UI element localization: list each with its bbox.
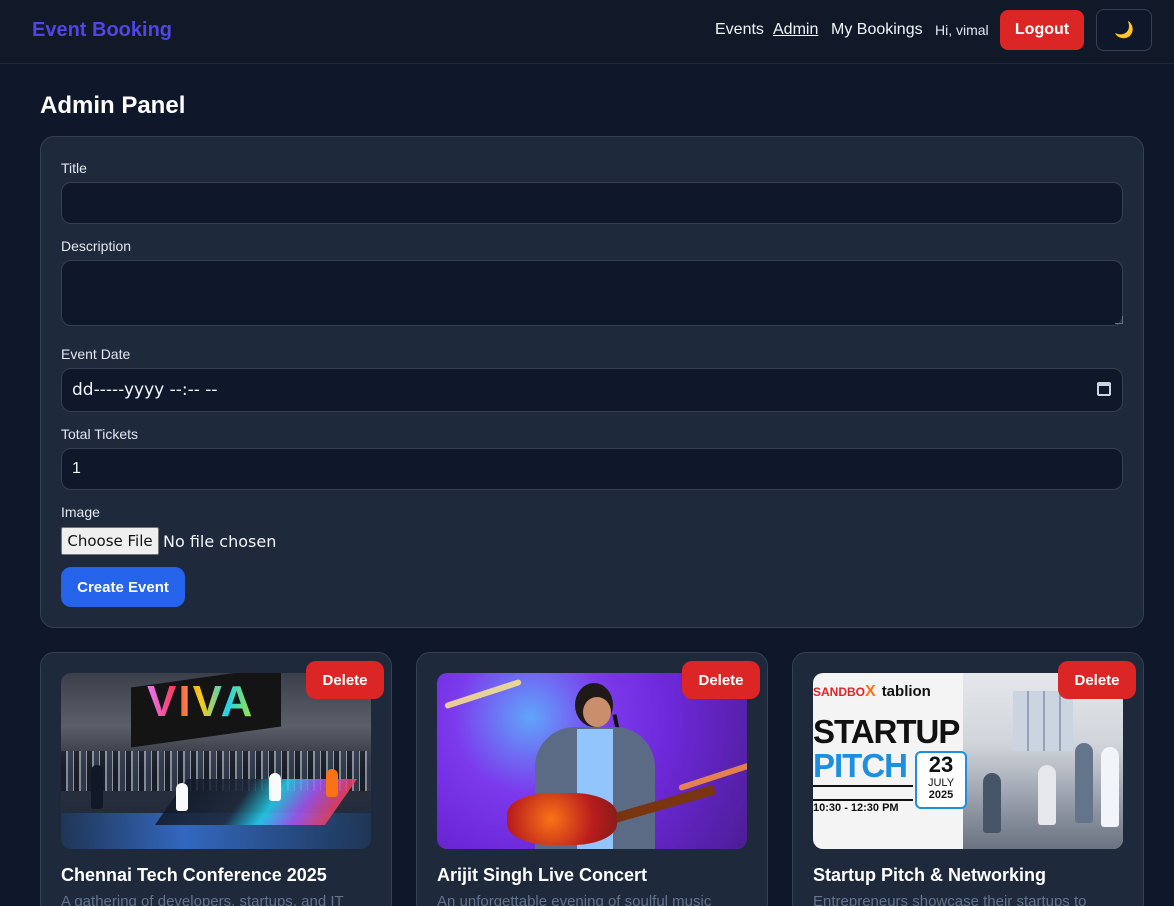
pitch-headline-2: PITCH xyxy=(813,747,908,784)
singer-face xyxy=(583,697,611,727)
sandbox-logo: SANDBO xyxy=(813,685,866,699)
person-figure xyxy=(1075,743,1093,823)
calendar-icon[interactable] xyxy=(1097,382,1111,396)
office-window xyxy=(1013,691,1073,751)
event-date-input[interactable]: dd-----yyyy --:-- -- xyxy=(61,368,1123,412)
total-tickets-input[interactable]: 1 xyxy=(61,448,1123,490)
viva-sign-text: VIVA xyxy=(147,677,255,726)
guitar-body xyxy=(507,793,617,845)
top-navbar: Event Booking Events Admin My Bookings H… xyxy=(0,0,1174,64)
event-title: Startup Pitch & Networking xyxy=(813,865,1047,885)
pitch-time: 10:30 - 12:30 PM xyxy=(813,802,899,814)
total-tickets-label: Total Tickets xyxy=(61,426,139,442)
description-textarea[interactable] xyxy=(61,260,1123,326)
pitch-headline-1: STARTUP xyxy=(813,713,960,750)
pitch-day: 23 xyxy=(928,752,954,777)
event-card: Delete SANDBOX tablion STARTUP PITCH 23 J… xyxy=(792,652,1144,906)
sandbox-x: X xyxy=(865,683,876,700)
choose-file-button[interactable]: Choose File xyxy=(61,527,159,555)
moon-icon: 🌙 xyxy=(1114,22,1134,39)
person-figure xyxy=(1101,747,1119,827)
title-label: Title xyxy=(61,160,87,176)
event-description: An unforgettable evening of soulful musi… xyxy=(437,893,712,906)
event-title: Chennai Tech Conference 2025 xyxy=(61,865,327,885)
image-label: Image xyxy=(61,504,100,520)
logout-button[interactable]: Logout xyxy=(1000,10,1084,50)
nav-link-my-bookings[interactable]: My Bookings xyxy=(831,21,923,39)
brand-logo[interactable]: Event Booking xyxy=(32,19,172,42)
pitch-month: JULY xyxy=(927,777,955,789)
create-event-button[interactable]: Create Event xyxy=(61,567,185,607)
title-input[interactable] xyxy=(61,182,1123,224)
nav-link-events[interactable]: Events xyxy=(715,21,764,39)
nav-link-admin[interactable]: Admin xyxy=(773,21,818,39)
resize-grip-icon[interactable] xyxy=(1115,316,1123,324)
event-card: Delete Arijit Singh Live Concert An unfo… xyxy=(416,652,768,906)
robot-figure xyxy=(269,773,281,801)
spotlight xyxy=(444,678,522,710)
tablion-logo: tablion xyxy=(881,683,931,700)
event-image xyxy=(437,673,747,849)
total-tickets-value: 1 xyxy=(72,460,81,477)
description-label: Description xyxy=(61,238,132,254)
theme-toggle-button[interactable]: 🌙 xyxy=(1096,9,1152,51)
event-image: SANDBOX tablion STARTUP PITCH 23 JULY 202… xyxy=(813,673,1123,849)
person-figure xyxy=(91,765,103,809)
page-title: Admin Panel xyxy=(40,92,186,119)
event-card: Delete VIVA Chennai Tech Conference 2025… xyxy=(40,652,392,906)
robot-figure xyxy=(176,783,188,811)
delete-event-button[interactable]: Delete xyxy=(1058,661,1136,699)
delete-event-button[interactable]: Delete xyxy=(682,661,760,699)
person-figure xyxy=(983,773,1001,833)
pitch-date-box: 23 JULY 2025 xyxy=(915,751,967,809)
event-date-label: Event Date xyxy=(61,346,131,362)
event-description: A gathering of developers, startups, and… xyxy=(61,893,344,906)
create-event-form: Title Description Event Date dd-----yyyy… xyxy=(40,136,1144,628)
person-figure xyxy=(1038,765,1056,825)
pitch-brand: SANDBOX tablion xyxy=(813,683,931,701)
event-image: VIVA xyxy=(61,673,371,849)
delete-event-button[interactable]: Delete xyxy=(306,661,384,699)
event-title: Arijit Singh Live Concert xyxy=(437,865,648,885)
pitch-year: 2025 xyxy=(928,789,954,801)
person-figure xyxy=(326,769,338,797)
file-status-text: No file chosen xyxy=(163,532,277,551)
user-greeting: Hi, vimal xyxy=(935,22,989,38)
pitch-subtitle-lines xyxy=(813,785,913,801)
event-description: Entrepreneurs showcase their startups to xyxy=(813,893,1087,906)
event-date-placeholder: dd-----yyyy --:-- -- xyxy=(72,380,218,400)
